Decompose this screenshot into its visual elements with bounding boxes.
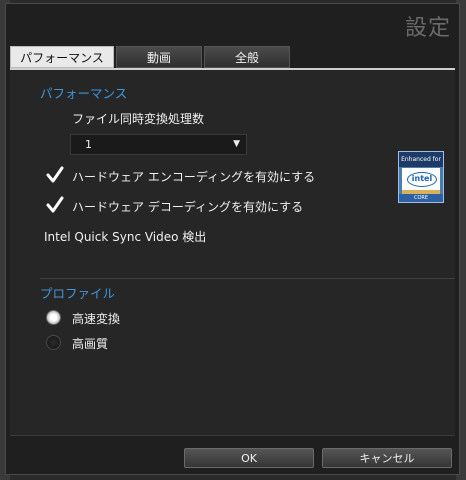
performance-section-title: パフォーマンス — [40, 86, 128, 101]
profile-section-title: プロファイル — [40, 286, 116, 301]
cancel-button[interactable]: キャンセル — [322, 448, 452, 468]
concurrent-select[interactable]: 1 ▼ — [70, 134, 247, 155]
hw-encode-checkbox[interactable] — [46, 166, 64, 184]
concurrent-label: ファイル同時変換処理数 — [72, 112, 205, 126]
badge-top-text: Enhanced for — [399, 152, 443, 167]
intel-logo-icon: intel — [407, 172, 437, 187]
dialog-title: 設定 — [404, 16, 451, 41]
ok-button[interactable]: OK — [184, 448, 314, 468]
tab-general[interactable]: 全般 — [204, 46, 290, 68]
radio-fast-convert-label: 高速変換 — [72, 312, 121, 326]
hw-decode-checkbox[interactable] — [46, 196, 64, 214]
quicksync-label: Intel Quick Sync Video 検出 — [44, 230, 207, 244]
tab-bar: パフォーマンス 動画 全般 — [10, 46, 455, 68]
checkmark-icon — [46, 166, 64, 183]
chevron-down-icon: ▼ — [233, 139, 240, 149]
radio-high-quality[interactable] — [46, 335, 61, 350]
radio-fast-convert[interactable] — [46, 310, 61, 325]
performance-panel: パフォーマンス ファイル同時変換処理数 1 ▼ ハードウェア エンコーディングを… — [10, 68, 455, 435]
badge-logo-area: intel — [402, 168, 440, 190]
settings-dialog: 設定 パフォーマンス 動画 全般 パフォーマンス ファイル同時変換処理数 1 ▼… — [5, 3, 460, 475]
intel-core-badge: Enhanced for intel CORE — [398, 151, 444, 203]
checkmark-icon — [46, 196, 64, 213]
hw-decode-label: ハードウェア デコーディングを有効にする — [72, 200, 304, 214]
concurrent-value: 1 — [85, 138, 92, 151]
tab-video[interactable]: 動画 — [116, 46, 202, 68]
radio-high-quality-label: 高画質 — [72, 337, 109, 351]
section-divider — [40, 278, 455, 279]
hw-encode-label: ハードウェア エンコーディングを有効にする — [72, 170, 316, 184]
badge-bottom-text: CORE — [399, 194, 443, 202]
tab-performance[interactable]: パフォーマンス — [10, 46, 114, 68]
footer-divider — [10, 435, 455, 436]
